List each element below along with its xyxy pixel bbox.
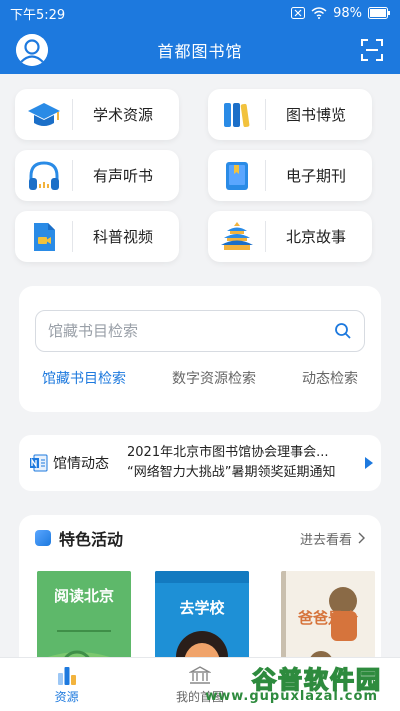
tile-book-expo[interactable]: 图书博览 — [208, 89, 372, 140]
search-input[interactable] — [48, 322, 334, 340]
see-more-link[interactable]: 进去看看 — [300, 529, 365, 548]
book-title: 去学校 — [179, 599, 225, 617]
status-icons: 98% — [291, 6, 390, 21]
tile-label: 学术资源 — [93, 106, 154, 124]
section-marker-icon — [35, 530, 51, 546]
tab-label: 资源 — [54, 689, 79, 704]
news-item[interactable]: “网络智力大挑战”暑期领奖延期通知 — [127, 463, 357, 483]
ebook-icon — [226, 161, 248, 190]
news-tag-label: 馆情动态 — [53, 456, 109, 472]
user-icon — [16, 34, 48, 66]
tile-label: 科普视频 — [93, 228, 154, 246]
library-building-icon — [188, 665, 211, 684]
tab-catalog-search[interactable]: 馆藏书目检索 — [42, 368, 126, 392]
news-ticker[interactable]: 馆情动态 2021年北京市图书馆协会理事会... “网络智力大挑战”暑期领奖延期… — [19, 435, 381, 491]
tile-audiobooks[interactable]: 有声听书 — [15, 150, 179, 201]
tile-e-journals[interactable]: 电子期刊 — [208, 150, 372, 201]
chevron-right-icon — [358, 532, 365, 544]
search-icon[interactable] — [334, 322, 352, 340]
news-list: 2021年北京市图书馆协会理事会... “网络智力大挑战”暑期领奖延期通知 — [119, 443, 357, 483]
books-icon — [224, 102, 250, 127]
tile-science-videos[interactable]: 科普视频 — [15, 211, 179, 262]
status-time: 下午5:29 — [10, 7, 66, 23]
app-bar: 首都图书馆 — [0, 26, 400, 74]
tab-news-search[interactable]: 动态检索 — [302, 368, 358, 392]
temple-of-heaven-icon — [221, 221, 253, 250]
book-title: 阅读北京 — [53, 587, 114, 605]
search-card: 馆藏书目检索 数字资源检索 动态检索 — [19, 286, 381, 412]
scan-icon — [361, 39, 383, 61]
section-header: 特色活动 进去看看 — [35, 527, 365, 549]
status-bar: 下午5:29 98% — [0, 0, 400, 26]
book-title: 爸爸是个 — [297, 609, 358, 627]
graduation-cap-icon — [28, 102, 60, 126]
notification-close-icon — [291, 7, 306, 19]
tab-placeholder — [267, 658, 400, 711]
search-tabs: 馆藏书目检索 数字资源检索 动态检索 — [19, 368, 381, 392]
tab-my-library[interactable]: 我的首图 — [133, 658, 266, 711]
tile-academic-resources[interactable]: 学术资源 — [15, 89, 179, 140]
bottom-tab-bar: 资源 我的首图 — [0, 657, 400, 711]
tile-label: 北京故事 — [286, 228, 347, 246]
see-more-label: 进去看看 — [299, 532, 352, 548]
wifi-icon — [311, 7, 327, 19]
play-arrow-icon — [365, 457, 373, 469]
battery-icon — [368, 7, 390, 19]
tile-label: 电子期刊 — [286, 167, 347, 185]
battery-level: 98% — [333, 5, 362, 21]
tile-label: 有声听书 — [93, 167, 154, 185]
news-tag: 馆情动态 — [19, 453, 119, 473]
scan-button[interactable] — [360, 38, 384, 62]
video-icon — [34, 222, 55, 251]
news-icon — [30, 454, 48, 472]
news-next-button[interactable] — [357, 456, 381, 470]
tab-label: 我的首图 — [175, 689, 224, 704]
bar-chart-icon — [57, 666, 76, 685]
tile-beijing-stories[interactable]: 北京故事 — [208, 211, 372, 262]
tab-digital-resource-search[interactable]: 数字资源检索 — [172, 368, 256, 392]
headphones-icon — [29, 160, 59, 190]
tab-resources[interactable]: 资源 — [0, 658, 133, 711]
search-box — [35, 310, 365, 352]
page-title: 首都图书馆 — [157, 42, 243, 61]
section-title: 特色活动 — [59, 530, 124, 549]
news-item[interactable]: 2021年北京市图书馆协会理事会... — [127, 443, 357, 463]
tile-label: 图书博览 — [286, 106, 347, 124]
avatar[interactable] — [16, 34, 48, 66]
